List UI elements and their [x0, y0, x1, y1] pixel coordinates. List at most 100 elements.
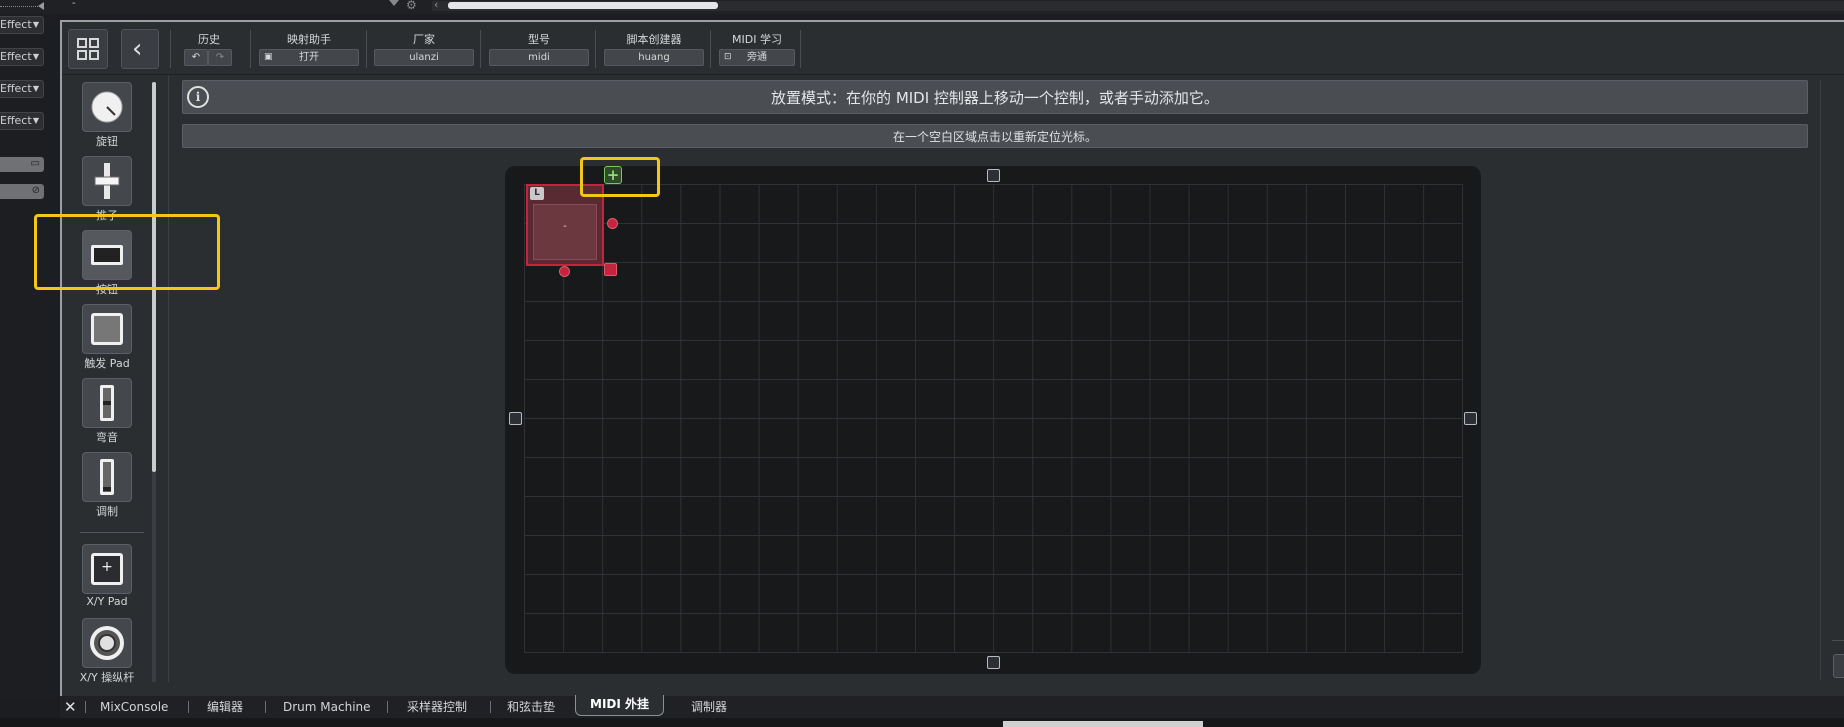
separator — [170, 30, 171, 68]
palette-pitch-bend[interactable] — [82, 378, 132, 428]
top-strip: - ⚙ ‹ — [0, 0, 1844, 14]
placement-mode-banner: i 放置模式：在你的 MIDI 控制器上移动一个控制，或者手动添加它。 — [182, 80, 1808, 114]
lock-icon[interactable]: L — [530, 187, 544, 200]
palette-xy-joystick[interactable] — [82, 618, 132, 668]
tab-separator — [490, 701, 491, 713]
highlight-box — [34, 214, 220, 290]
tab-separator — [188, 701, 189, 713]
back-button[interactable]: ‹ — [121, 29, 159, 69]
palette-modulation-label: 调制 — [96, 505, 118, 518]
redo-button[interactable]: ↷ — [208, 49, 232, 66]
palette-xy-joystick-label: X/Y 操纵杆 — [79, 671, 135, 684]
modulation-icon — [100, 459, 114, 495]
vendor-label: 厂家 — [413, 33, 435, 46]
midi-learn-group: MIDI 学习 ⊡ 旁通 — [719, 26, 795, 68]
effect-slot-3[interactable]: Effect ▼ — [0, 80, 44, 98]
history-label: 历史 — [198, 33, 220, 46]
chevron-down-icon: ▼ — [32, 52, 39, 61]
tab-sampler-control[interactable]: 采样器控制 — [407, 698, 467, 716]
canvas-grid[interactable] — [524, 184, 1463, 653]
chevron-left-icon: ‹ — [132, 34, 143, 64]
dropdown-caret-icon[interactable] — [389, 0, 399, 6]
model-group: 型号 midi — [489, 26, 589, 68]
hint-text: 在一个空白区域点击以重新定位光标。 — [892, 130, 1097, 144]
grid-icon — [77, 38, 99, 60]
mapping-assistant-group: 映射助手 ▣ 打开 — [259, 26, 359, 68]
gear-icon[interactable]: ⚙ — [406, 0, 417, 12]
joystick-icon — [90, 626, 124, 660]
resize-handle-top[interactable] — [987, 169, 1000, 182]
midi-learn-label: MIDI 学习 — [732, 33, 782, 46]
collapse-arrow-icon[interactable] — [38, 2, 44, 10]
palette-trigger-pad[interactable] — [82, 304, 132, 354]
palette-fader[interactable] — [82, 156, 132, 206]
model-label: 型号 — [528, 33, 550, 46]
tab-midi-remote[interactable]: MIDI 外挂 — [575, 695, 665, 716]
vendor-select[interactable]: ulanzi — [374, 49, 474, 66]
effect-slot-label: Effect — [0, 50, 32, 63]
bypass-toggle[interactable]: ⊘ — [0, 184, 44, 199]
mapping-assistant-button[interactable]: ▣ 打开 — [259, 49, 359, 66]
transport-bar — [1003, 721, 1203, 727]
palette-trigger-pad-label: 触发 Pad — [84, 357, 130, 370]
mapping-assistant-label: 映射助手 — [287, 33, 331, 46]
pitchbend-icon — [100, 385, 114, 421]
monitor-icon: ▭ — [30, 158, 40, 169]
effect-slot-label: Effect — [0, 82, 32, 95]
control-face: - — [533, 204, 597, 260]
tab-modulators[interactable]: 调制器 — [691, 698, 727, 716]
scroll-left-icon[interactable]: ‹ — [434, 0, 438, 11]
history-group: 历史 ↶ ↷ — [184, 26, 234, 68]
divider — [1820, 80, 1821, 680]
mapping-assistant-value: 打开 — [299, 52, 319, 63]
separator — [595, 30, 596, 68]
control-resize-handle[interactable] — [604, 263, 617, 276]
bypass-icon: ⊘ — [31, 185, 40, 196]
monitor-toggle[interactable]: ▭ — [0, 157, 44, 172]
control-width-handle[interactable] — [607, 218, 618, 229]
control-height-handle[interactable] — [559, 266, 570, 277]
layout-button[interactable] — [68, 29, 108, 69]
tab-separator — [265, 701, 266, 713]
pad-icon — [91, 313, 123, 345]
track-name: - — [72, 0, 76, 9]
palette-xy-pad[interactable]: + — [82, 544, 132, 594]
chevron-down-icon: ▼ — [32, 84, 39, 93]
separator — [480, 30, 481, 68]
effect-slot-4[interactable]: Effect ▼ — [0, 112, 44, 130]
vendor-group: 厂家 ulanzi — [374, 26, 474, 68]
script-creator-select[interactable]: huang — [604, 49, 704, 66]
effect-slot-2[interactable]: Effect ▼ — [0, 48, 44, 66]
highlight-box — [580, 157, 660, 197]
undo-icon: ↶ — [191, 52, 201, 63]
resize-handle-bottom[interactable] — [987, 656, 1000, 669]
palette-modulation[interactable] — [82, 452, 132, 502]
resize-handle-left[interactable] — [509, 412, 522, 425]
palette-knob-label: 旋钮 — [96, 135, 118, 148]
model-select[interactable]: midi — [489, 49, 589, 66]
hint-banner: 在一个空白区域点击以重新定位光标。 — [182, 124, 1808, 148]
close-icon[interactable]: ✕ — [64, 698, 77, 716]
placement-mode-text: 放置模式：在你的 MIDI 控制器上移动一个控制，或者手动添加它。 — [771, 89, 1219, 107]
script-creator-group: 脚本创建器 huang — [604, 26, 704, 68]
palette-knob[interactable] — [82, 82, 132, 132]
tab-chord-pads[interactable]: 和弦击垫 — [507, 698, 555, 716]
script-creator-label: 脚本创建器 — [626, 33, 682, 46]
chevron-down-icon: ▼ — [32, 116, 39, 125]
chevron-down-icon: ▼ — [32, 20, 39, 29]
separator — [710, 30, 711, 68]
tab-editor[interactable]: 编辑器 — [207, 698, 243, 716]
tab-drum-machine[interactable]: Drum Machine — [283, 698, 371, 716]
tab-mixconsole[interactable]: MixConsole — [100, 698, 168, 716]
fader-icon — [94, 163, 120, 199]
side-panel-button[interactable] — [1833, 654, 1844, 678]
resize-handle-right[interactable] — [1464, 412, 1477, 425]
undo-button[interactable]: ↶ — [184, 49, 208, 66]
midi-learn-button[interactable]: ⊡ 旁通 — [719, 49, 795, 66]
horizontal-scrollbar[interactable] — [448, 2, 718, 9]
control-label: - — [563, 221, 567, 232]
divider — [1832, 640, 1844, 641]
effect-slot-1[interactable]: Effect ▼ — [0, 16, 44, 34]
bypass-icon: ⊡ — [724, 52, 732, 62]
plus-glyph: + — [101, 559, 113, 575]
